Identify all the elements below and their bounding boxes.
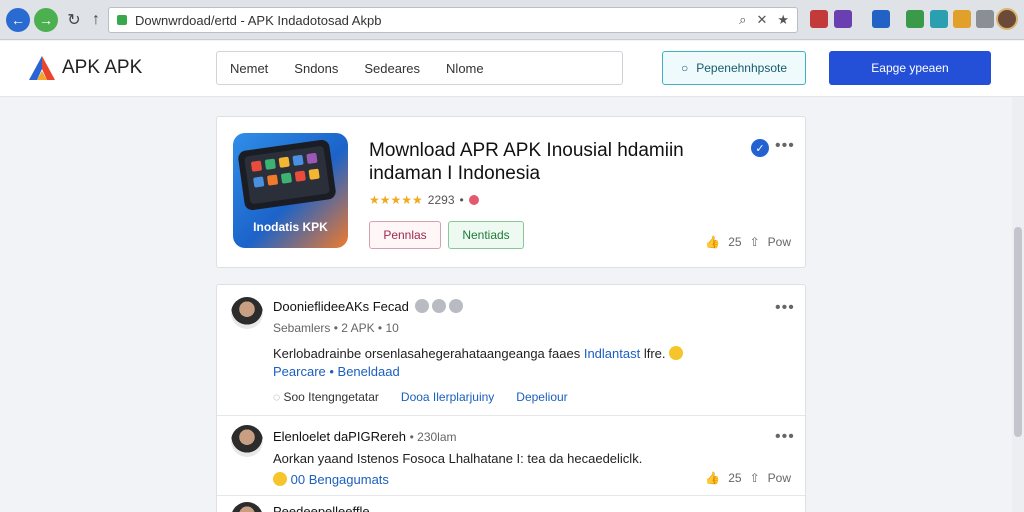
browser-toolbar: ← → ↻ ↑ Downwrdoad/ertd - APK Indadotosa… (0, 0, 1024, 40)
profile-avatar[interactable] (996, 8, 1018, 30)
report-action[interactable]: Depeliour (516, 390, 567, 404)
post-tags[interactable]: Pearcare • Beneldaad (273, 364, 400, 379)
share-icon[interactable]: ⇧ (750, 471, 760, 485)
more-options-icon[interactable]: ••• (775, 137, 795, 155)
thumbs-up-icon[interactable]: 👍 (705, 235, 720, 249)
comment-action[interactable]: ◌ Soo Itengngetatar (273, 390, 379, 404)
primary-button[interactable]: Eapge ypeaen (829, 51, 991, 85)
address-bar[interactable]: Downwrdoad/ertd - APK Indadotosad Akpb ⌕… (108, 7, 798, 33)
follow-label[interactable]: Pow (768, 471, 791, 485)
menu-icon[interactable] (976, 10, 994, 28)
post-meta: Sebamlers • 2 APK • 10 (273, 321, 399, 335)
post-author[interactable]: DoonieflideeAKs Fecad (273, 299, 464, 314)
rating-count: 2293 (427, 193, 455, 207)
logo-icon (29, 56, 55, 80)
post-item: Peedeepelleeffle (217, 496, 805, 512)
nav-item-2[interactable]: Sndons (294, 61, 338, 76)
app-thumbnail[interactable]: Inodatis KPK (233, 133, 348, 248)
thumbnail-label: Inodatis KPK (253, 220, 328, 234)
heart-icon (468, 195, 479, 205)
extension-icon-1[interactable] (810, 10, 828, 28)
post-tags[interactable]: 00 Bengagumats (273, 472, 389, 487)
green-action-button[interactable]: Nentiads (448, 221, 524, 249)
avatar[interactable] (231, 502, 263, 512)
emoji-icon (273, 472, 287, 486)
address-text: Downwrdoad/ertd - APK Indadotosad Akpb (135, 12, 382, 28)
star-rating-icon: ★★★★★ (369, 193, 423, 207)
site-header: APK APK Nemet Sndons Sedeares Nlome ○ Pe… (0, 41, 1024, 97)
search-button[interactable]: ○ Pepenehnhpsote (662, 51, 806, 85)
comment-icon: ◌ (273, 390, 281, 404)
scrollbar-thumb[interactable] (1014, 227, 1022, 437)
close-icon[interactable]: ✕ (756, 12, 767, 28)
post-actions: ◌ Soo Itengngetatar Dooa Ilerplarjuiny D… (273, 390, 568, 404)
posts-card: DoonieflideeAKs Fecad Sebamlers • 2 APK … (216, 284, 806, 512)
extension-icon-4[interactable] (906, 10, 924, 28)
extension-icon-2[interactable] (834, 10, 852, 28)
nav-item-4[interactable]: Nlome (446, 61, 484, 76)
avatar[interactable] (231, 425, 263, 457)
reload-icon[interactable]: ↻ (62, 8, 86, 32)
post-author[interactable]: Elenloelet daPIGRereh • 230lam (273, 429, 457, 444)
badge-icon (432, 299, 447, 313)
more-options-icon[interactable]: ••• (775, 428, 795, 446)
post-stats: 👍 25 ⇧ Pow (705, 471, 791, 485)
secure-lock-icon (117, 15, 127, 25)
share-icon[interactable]: ⇧ (750, 235, 760, 249)
red-action-button[interactable]: Pennlas (369, 221, 441, 249)
reply-action[interactable]: Dooa Ilerplarjuiny (401, 390, 494, 404)
extension-icon-3[interactable] (872, 10, 890, 28)
app-title: Mownload APR APK Inousial hdamiin indama… (369, 140, 684, 184)
back-icon[interactable]: ← (6, 8, 30, 32)
search-button-label: Pepenehnhpsote (696, 61, 787, 75)
scrollbar[interactable] (1012, 97, 1024, 512)
follow-label[interactable]: Pow (768, 235, 791, 249)
extension-icon-6[interactable] (953, 10, 971, 28)
nav-item-1[interactable]: Nemet (230, 61, 268, 76)
post-item: DoonieflideeAKs Fecad Sebamlers • 2 APK … (217, 285, 805, 415)
main-nav: Nemet Sndons Sedeares Nlome (216, 51, 623, 85)
search-icon: ○ (681, 61, 689, 75)
badge-icon (415, 299, 430, 313)
emoji-icon (669, 346, 684, 360)
post-item: Elenloelet daPIGRereh • 230lam ••• Aorka… (217, 416, 805, 496)
badge-icon (449, 299, 464, 313)
verified-icon: ✓ (751, 139, 769, 157)
logo-text: APK APK (62, 57, 143, 78)
app-stats: 👍 25 ⇧ Pow (705, 235, 791, 249)
avatar[interactable] (231, 297, 263, 329)
post-author[interactable]: Peedeepelleeffle (273, 504, 370, 512)
app-card: Inodatis KPK Mownload APR APK Inousial h… (216, 116, 806, 268)
home-icon[interactable]: ↑ (84, 8, 108, 32)
site-logo[interactable]: APK APK (28, 55, 142, 81)
phone-image (237, 138, 337, 212)
extension-icon-5[interactable] (930, 10, 948, 28)
bookmark-star-icon[interactable]: ★ (777, 12, 789, 28)
post-link[interactable]: Indlantast (584, 346, 640, 361)
forward-icon[interactable]: → (34, 8, 58, 32)
like-count: 25 (728, 471, 742, 485)
search-icon[interactable]: ⌕ (739, 12, 746, 28)
like-count: 25 (728, 235, 742, 249)
more-options-icon[interactable]: ••• (775, 299, 795, 317)
post-meta: • 230lam (409, 430, 457, 444)
thumbs-up-icon[interactable]: 👍 (705, 471, 720, 485)
post-text: Kerlobadrainbe orsenlasahegerahataangean… (273, 346, 684, 361)
post-text: Aorkan yaand Istenos Fosoca Lhalhatane I… (273, 451, 643, 466)
nav-item-3[interactable]: Sedeares (364, 61, 420, 76)
app-rating: ★★★★★ 2293 • (369, 193, 479, 207)
